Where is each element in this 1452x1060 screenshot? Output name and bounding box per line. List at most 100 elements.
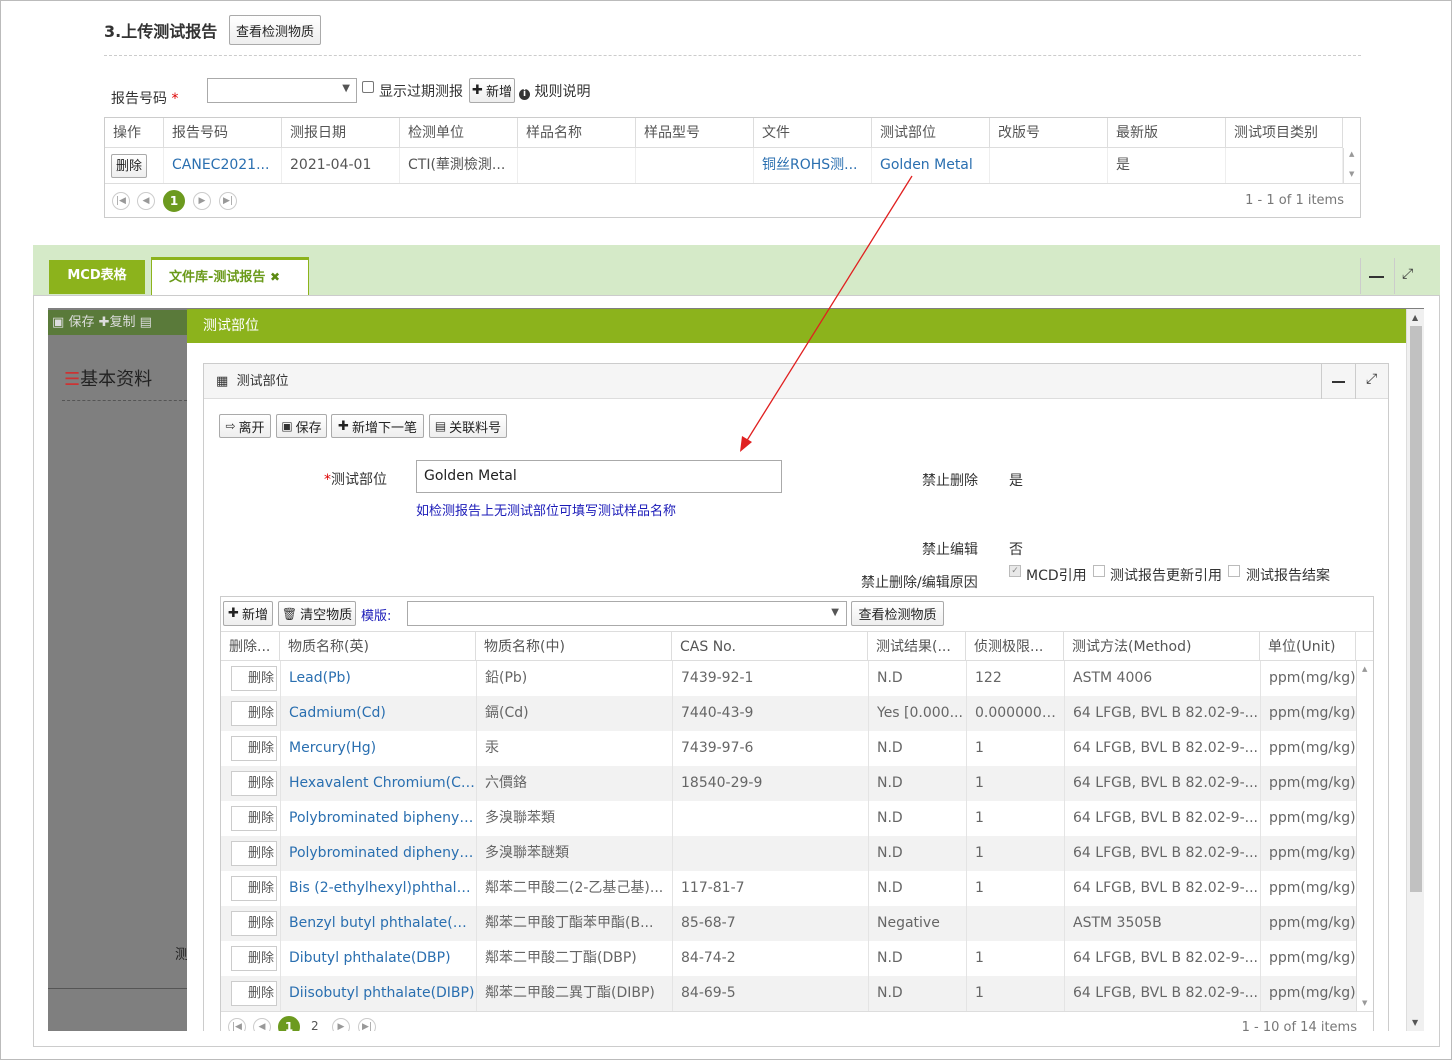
delete-substance-button[interactable]: 删除 — [231, 981, 277, 1006]
table-row[interactable]: 删除 Lead(Pb) 鉛(Pb) 7439-92-1 N.D 122 ASTM 4006 p… — [221, 661, 1356, 696]
table-row[interactable]: 删除 Dibutyl phthalate(DBP) 鄰苯二甲酸二丁酯(DBP) 84-… — [221, 941, 1356, 976]
table-row[interactable]: 删除 Cadmium(Cd) 鎘(Cd) 7440-43-9 Yes [0.000...… — [221, 696, 1356, 731]
tab-library[interactable]: 文件库-测试报告 ✖ — [151, 257, 309, 295]
next-page-button[interactable]: ▶ — [332, 1018, 350, 1031]
column-header-name-cn[interactable]: 物质名称(中) — [476, 632, 672, 662]
expand-icon[interactable]: ⤢ — [1402, 266, 1413, 282]
page-button[interactable]: 2 — [311, 1019, 319, 1031]
prev-page-button[interactable]: ◀ — [137, 192, 155, 210]
dialog-scrollbar[interactable]: ▲ ▼ — [1406, 309, 1424, 1031]
table-row[interactable]: 删除 Benzyl butyl phthalate(BBP) 鄰苯二甲酸丁酯苯甲酯(… — [221, 906, 1356, 941]
view-substances-button[interactable]: 查看检测物质 — [229, 15, 321, 45]
cell-test-part[interactable]: Golden Metal — [872, 148, 990, 183]
delete-substance-button[interactable]: 删除 — [231, 946, 277, 971]
no-edit-value: 否 — [1009, 542, 1023, 558]
column-header-test-part[interactable]: 测试部位 — [872, 118, 990, 148]
first-page-button[interactable]: |◀ — [228, 1018, 246, 1031]
add-report-button[interactable]: ✚ 新增 — [469, 78, 515, 103]
add-substance-button[interactable]: ✚ 新增 — [223, 601, 273, 626]
delete-substance-button[interactable]: 删除 — [231, 911, 277, 936]
bg-toolbar: ▣ 保存 ✚复制 ▤ — [48, 310, 188, 335]
show-expired-checkbox[interactable] — [362, 81, 374, 93]
delete-report-button[interactable]: 删除 — [111, 154, 147, 178]
plus-icon: ✚ — [98, 315, 110, 330]
report-closed-checkbox[interactable] — [1228, 565, 1240, 577]
column-header-limit[interactable]: 侦测极限... — [966, 632, 1064, 662]
next-page-button[interactable]: ▶ — [193, 192, 211, 210]
column-header-unit[interactable]: 单位(Unit) — [1260, 632, 1356, 662]
last-page-button[interactable]: ▶| — [219, 192, 237, 210]
delete-substance-button[interactable]: 删除 — [231, 841, 277, 866]
delete-substance-button[interactable]: 删除 — [231, 806, 277, 831]
cell-revision — [990, 148, 1108, 183]
page-button[interactable]: 1 — [278, 1016, 300, 1031]
substances-scrollbar[interactable]: ▲ ▼ — [1356, 661, 1373, 1011]
column-header-op[interactable]: 操作 — [105, 118, 164, 148]
page-button[interactable]: 1 — [163, 190, 185, 212]
delete-substance-button[interactable]: 删除 — [231, 701, 277, 726]
delete-substance-button[interactable]: 删除 — [231, 666, 277, 691]
minimize-icon[interactable] — [1369, 276, 1384, 278]
column-header-delete[interactable]: 删除... — [221, 632, 280, 662]
leave-button[interactable]: ⇨ 离开 — [219, 414, 271, 438]
table-row[interactable]: 删除 Diisobutyl phthalate(DIBP) 鄰苯二甲酸二異丁酯(DI… — [221, 976, 1356, 1011]
minimize-icon[interactable] — [1332, 381, 1345, 383]
template-select[interactable]: ▼ — [407, 601, 847, 626]
column-header-report-no[interactable]: 报告号码 — [164, 118, 282, 148]
rules-link[interactable]: i 规则说明 — [519, 81, 590, 101]
first-page-button[interactable]: |◀ — [112, 192, 130, 210]
column-header-name-en[interactable]: 物质名称(英) — [280, 632, 476, 662]
cell-name-en[interactable]: Hexavalent Chromium(Cr... — [280, 766, 476, 801]
column-header-method[interactable]: 测试方法(Method) — [1064, 632, 1260, 662]
close-icon[interactable]: ✖ — [270, 270, 280, 284]
delete-substance-button[interactable]: 删除 — [231, 736, 277, 761]
cell-file[interactable]: 铜丝ROHS测... — [754, 148, 872, 183]
prev-page-button[interactable]: ◀ — [253, 1018, 271, 1031]
save-button[interactable]: ▣ 保存 — [276, 414, 327, 438]
table-row[interactable]: 删除 Polybrominated biphenyls... 多溴聯苯類 N.D 1 64… — [221, 801, 1356, 836]
tab-mcd[interactable]: MCD表格 — [49, 260, 145, 294]
last-page-button[interactable]: ▶| — [358, 1018, 376, 1031]
column-header-cas-no[interactable]: CAS No. — [672, 632, 868, 662]
cell-name-en[interactable]: Mercury(Hg) — [280, 731, 476, 766]
cell-report-no[interactable]: CANEC2021... — [164, 148, 282, 183]
cell-name-en[interactable]: Bis (2-ethylhexyl)phthalat... — [280, 871, 476, 906]
delete-substance-button[interactable]: 删除 — [231, 771, 277, 796]
column-header-category[interactable]: 测试项目类别 — [1226, 118, 1343, 148]
view-substances-button[interactable]: 查看检测物质 — [851, 601, 944, 626]
column-header-result[interactable]: 测试结果(... — [868, 632, 966, 662]
cell-cas-no — [672, 836, 868, 871]
cell-name-en[interactable]: Cadmium(Cd) — [280, 696, 476, 731]
report-no-select[interactable]: ▼ — [207, 78, 357, 103]
column-header-latest[interactable]: 最新版 — [1108, 118, 1226, 148]
chevron-down-icon: ▼ — [342, 83, 350, 94]
delete-substance-button[interactable]: 删除 — [231, 876, 277, 901]
cell-name-en[interactable]: Lead(Pb) — [280, 661, 476, 696]
column-header-file[interactable]: 文件 — [754, 118, 872, 148]
table-row[interactable]: 删除 Hexavalent Chromium(Cr... 六價鉻 18540-29-9… — [221, 766, 1356, 801]
table-row[interactable]: 删除 Bis (2-ethylhexyl)phthalat... 鄰苯二甲酸二(2-… — [221, 871, 1356, 906]
report-grid-row[interactable]: 删除 CANEC2021... 2021-04-01 CTI(華測檢測... 铜丝ROH… — [105, 148, 1343, 183]
table-row[interactable]: 删除 Polybrominated diphenyl ... 多溴聯苯醚類 N.D 1 6… — [221, 836, 1356, 871]
column-header-date[interactable]: 测报日期 — [282, 118, 400, 148]
clear-substances-button[interactable]: 🗑 清空物质 — [278, 601, 356, 626]
cell-result: N.D — [868, 731, 966, 766]
cell-limit: 1 — [966, 836, 1064, 871]
mcd-ref-checkbox[interactable]: ✓ — [1009, 565, 1021, 577]
table-row[interactable]: 删除 Mercury(Hg) 汞 7439-97-6 N.D 1 64 LFGB, BVL … — [221, 731, 1356, 766]
column-header-revision[interactable]: 改版号 — [990, 118, 1108, 148]
link-part-button[interactable]: ▤ 关联料号 — [429, 414, 507, 438]
cell-name-en[interactable]: Dibutyl phthalate(DBP) — [280, 941, 476, 976]
expand-icon[interactable]: ⤢ — [1366, 371, 1377, 387]
part-field-input[interactable]: Golden Metal — [416, 460, 782, 493]
cell-name-en[interactable]: Polybrominated diphenyl ... — [280, 836, 476, 871]
cell-name-en[interactable]: Polybrominated biphenyls... — [280, 801, 476, 836]
cell-name-en[interactable]: Diisobutyl phthalate(DIBP) — [280, 976, 476, 1011]
scrollbar[interactable]: ▲ ▼ — [1343, 148, 1360, 183]
column-header-sample-name[interactable]: 样品名称 — [518, 118, 636, 148]
column-header-sample-model[interactable]: 样品型号 — [636, 118, 754, 148]
cell-name-en[interactable]: Benzyl butyl phthalate(BBP) — [280, 906, 476, 941]
add-next-button[interactable]: ✚ 新增下一笔 — [331, 414, 424, 438]
update-ref-checkbox[interactable] — [1093, 565, 1105, 577]
column-header-unit[interactable]: 检测单位 — [400, 118, 518, 148]
